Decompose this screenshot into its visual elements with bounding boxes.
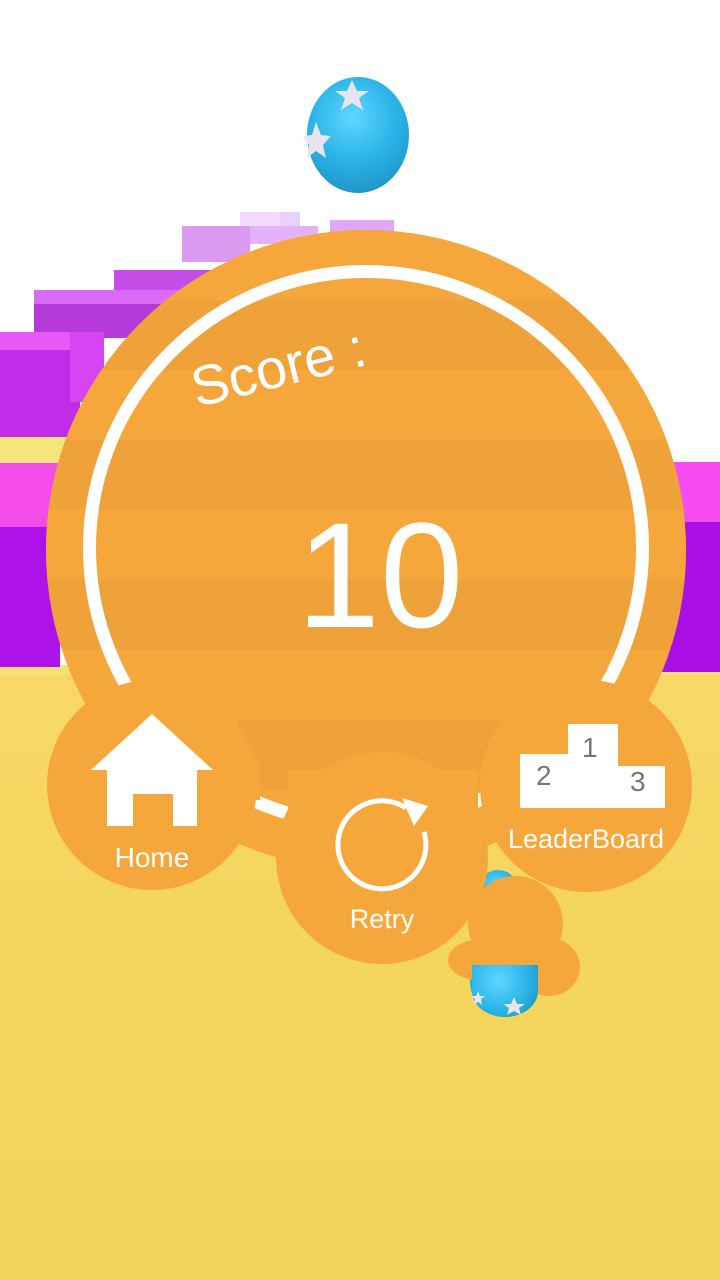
retry-icon bbox=[335, 798, 429, 892]
retry-button[interactable]: Retry bbox=[276, 752, 488, 964]
star-icon bbox=[303, 122, 331, 158]
podium-first: 1 bbox=[582, 732, 598, 763]
home-icon bbox=[91, 714, 213, 826]
podium-second: 2 bbox=[536, 760, 552, 791]
block bbox=[240, 212, 280, 226]
star-icon bbox=[335, 80, 369, 110]
game-screen: Score : 10 Home 1 2 3 LeaderBoard Retry bbox=[0, 0, 720, 1280]
star-icon bbox=[471, 991, 485, 1005]
leaderboard-button[interactable]: 1 2 3 LeaderBoard bbox=[480, 680, 692, 892]
leaderboard-label: LeaderBoard bbox=[507, 824, 665, 854]
block bbox=[280, 212, 300, 226]
star-icon bbox=[503, 997, 525, 1015]
score-value: 10 bbox=[296, 491, 464, 659]
retry-label: Retry bbox=[349, 904, 415, 934]
podium-third: 3 bbox=[630, 766, 646, 797]
home-button[interactable]: Home bbox=[47, 680, 257, 890]
home-label: Home bbox=[114, 842, 190, 873]
